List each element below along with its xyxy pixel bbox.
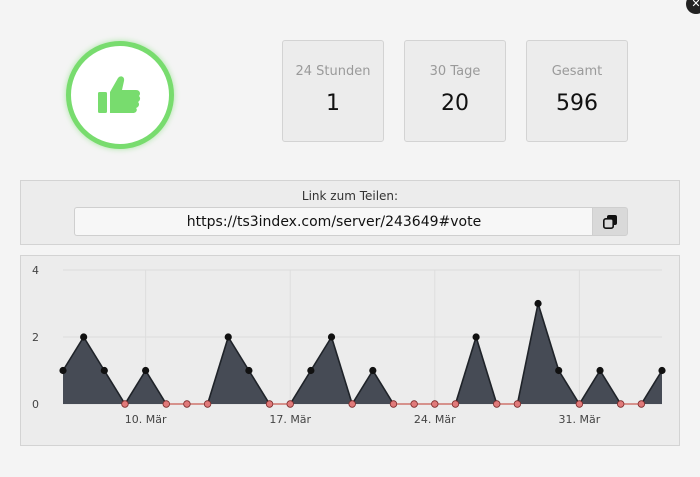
data-point bbox=[431, 400, 439, 408]
share-panel: Link zum Teilen: bbox=[20, 180, 680, 245]
data-point bbox=[575, 400, 584, 408]
stat-label: 30 Tage bbox=[429, 64, 481, 79]
data-point bbox=[245, 366, 253, 375]
copy-icon bbox=[603, 214, 617, 229]
data-point bbox=[286, 400, 294, 408]
data-point bbox=[637, 400, 646, 408]
data-point bbox=[162, 400, 170, 408]
data-point bbox=[183, 400, 191, 408]
x-tick-label: 24. Mär bbox=[414, 413, 456, 426]
share-label: Link zum Teilen: bbox=[301, 189, 399, 203]
y-tick-label: 4 bbox=[32, 264, 39, 277]
chart-canvas: 0 2 4 10. Mär 17. Mär 24. Mär 31. Mär bbox=[32, 264, 666, 426]
stat-value: 596 bbox=[556, 91, 598, 116]
stat-box-30d: 30 Tage 20 bbox=[404, 40, 506, 142]
data-point bbox=[493, 400, 501, 408]
data-point bbox=[596, 366, 604, 375]
votes-chart: 0 2 4 10. Mär 17. Mär 24. Mär 31. Mär bbox=[20, 255, 680, 446]
stat-value: 1 bbox=[326, 91, 340, 116]
data-point bbox=[534, 299, 542, 308]
data-point bbox=[389, 400, 398, 408]
data-point bbox=[451, 400, 460, 408]
data-point bbox=[472, 333, 480, 341]
data-point bbox=[203, 400, 212, 408]
stat-label: 24 Stunden bbox=[295, 64, 371, 79]
data-point bbox=[224, 333, 232, 341]
stat-box-total: Gesamt 596 bbox=[526, 40, 628, 142]
stat-label: Gesamt bbox=[551, 64, 603, 79]
data-point bbox=[513, 400, 522, 408]
data-point bbox=[369, 366, 377, 375]
data-point bbox=[348, 400, 356, 408]
data-point bbox=[265, 400, 274, 408]
data-point bbox=[307, 366, 315, 375]
copy-button[interactable] bbox=[592, 207, 628, 236]
stat-box-24h: 24 Stunden 1 bbox=[282, 40, 384, 142]
y-tick-label: 0 bbox=[32, 398, 39, 411]
data-point bbox=[121, 400, 129, 408]
close-button[interactable]: ✕ bbox=[686, 0, 700, 14]
data-point bbox=[410, 400, 418, 408]
x-tick-label: 10. Mär bbox=[125, 413, 167, 426]
x-tick-label: 31. Mär bbox=[559, 413, 601, 426]
data-point bbox=[59, 366, 67, 375]
data-point bbox=[658, 366, 666, 375]
data-point bbox=[327, 333, 336, 341]
data-point bbox=[616, 400, 625, 408]
vote-logo bbox=[66, 41, 174, 149]
x-tick-label: 17. Mär bbox=[269, 413, 311, 426]
data-point bbox=[100, 366, 108, 375]
thumbs-up-icon bbox=[98, 76, 141, 113]
data-point bbox=[142, 366, 150, 375]
share-url-input[interactable] bbox=[74, 207, 593, 236]
stat-value: 20 bbox=[441, 91, 469, 116]
y-tick-label: 2 bbox=[32, 331, 39, 344]
close-icon: ✕ bbox=[691, 0, 700, 10]
data-point bbox=[555, 366, 563, 375]
data-point bbox=[80, 333, 88, 341]
series-area bbox=[63, 303, 662, 404]
